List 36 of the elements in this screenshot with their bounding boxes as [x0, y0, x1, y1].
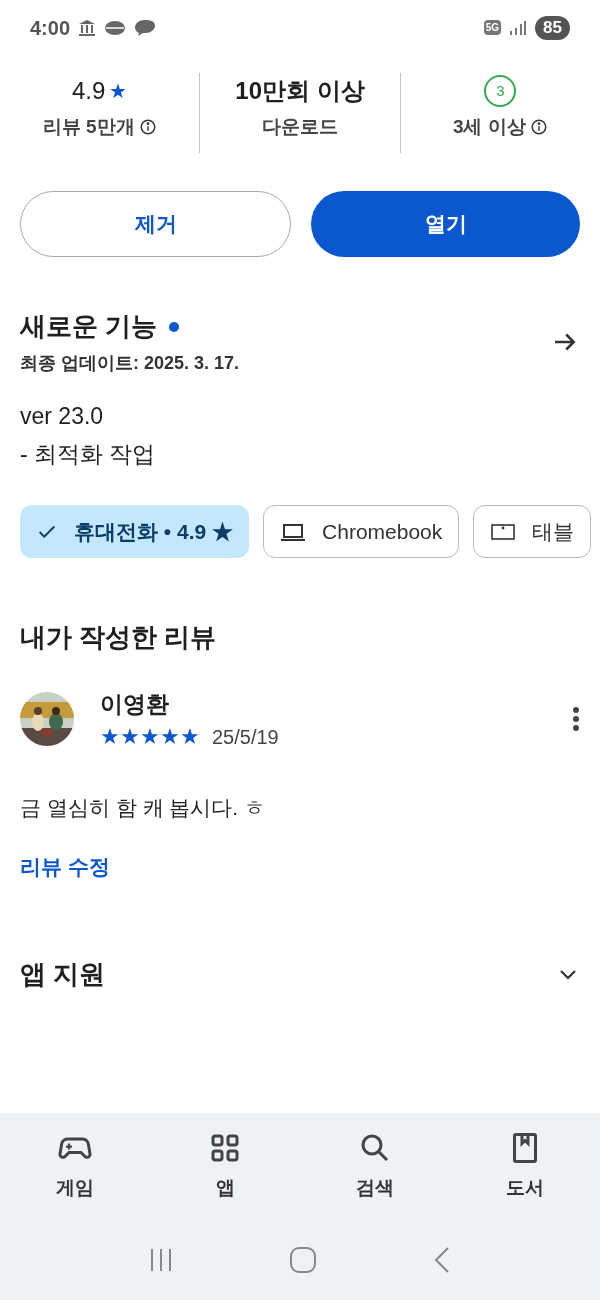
review-date: 25/5/19	[212, 724, 279, 750]
release-note: - 최적화 작업	[20, 440, 157, 469]
more-options-icon[interactable]	[572, 706, 580, 733]
device-chip[interactable]: Chromebook	[263, 505, 460, 558]
bank-icon	[78, 18, 97, 37]
open-button[interactable]: 열기	[311, 191, 580, 257]
nav-tab[interactable]: 도서	[450, 1130, 600, 1203]
battery-level: 85	[535, 15, 570, 40]
status-time: 4:00	[30, 15, 71, 41]
star-icon: ★	[109, 76, 128, 106]
star-rating: ★★★★★	[100, 724, 200, 749]
edit-review-link[interactable]: 리뷰 수정	[0, 851, 130, 883]
section-title: 새로운 기능	[20, 310, 158, 343]
section-title: 앱 지원	[20, 957, 106, 991]
download-count: 10만회 이상	[235, 76, 365, 106]
home-icon[interactable]	[289, 1246, 317, 1274]
device-chip[interactable]: 휴대전화 • 4.9 ★	[20, 505, 250, 558]
device-chip[interactable]: 태블	[473, 505, 592, 558]
rating-value: 4.9	[71, 76, 106, 106]
section-title: 내가 작성한 리뷰	[19, 621, 218, 654]
stat-label: 3세 이상	[452, 115, 526, 139]
age-rating-badge: 3	[484, 75, 517, 107]
uninstall-button[interactable]: 제거	[20, 191, 291, 257]
nav-tab[interactable]: 게임	[0, 1130, 150, 1203]
chat-icon	[134, 18, 157, 37]
reviewer-name: 이영환	[100, 690, 170, 719]
nav-tab[interactable]: 검색	[300, 1130, 450, 1203]
review-text: 금 열심히 함 캐 봅시다. ㅎ	[19, 794, 266, 821]
network-label: 5G	[483, 20, 502, 35]
stat-label: 다운로드	[262, 115, 338, 139]
stat-label: 리뷰 5만개	[42, 115, 135, 139]
signal-icon	[509, 19, 528, 36]
nav-tab[interactable]: 앱	[150, 1130, 300, 1203]
release-note: ver 23.0	[20, 402, 105, 431]
update-date: 최종 업데이트: 2025. 3. 17.	[20, 352, 240, 375]
tablet-icon	[490, 521, 517, 542]
